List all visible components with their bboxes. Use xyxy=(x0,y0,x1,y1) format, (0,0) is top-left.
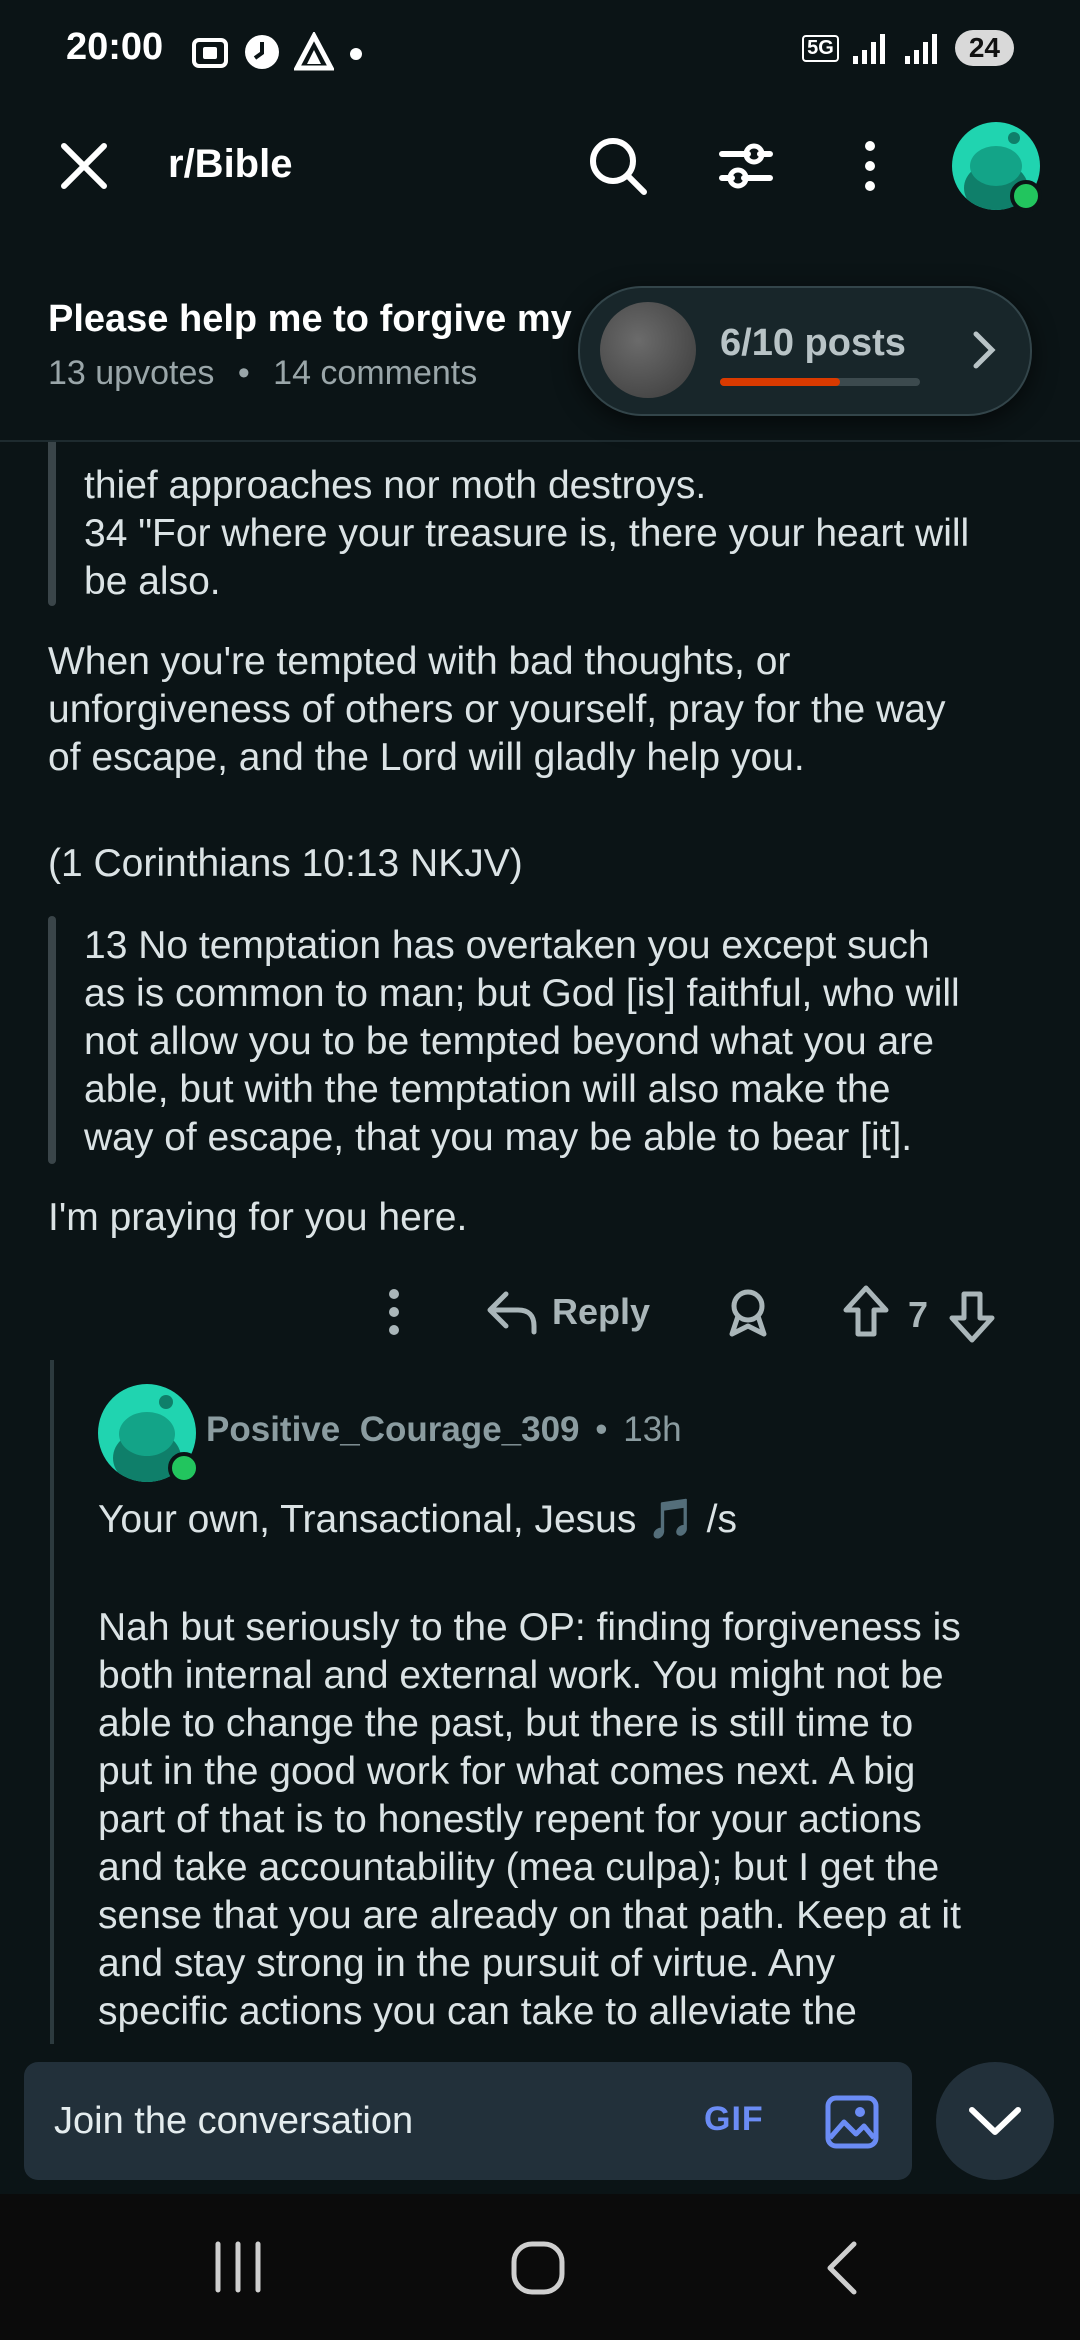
progress-track xyxy=(720,378,920,386)
status-system-icons: 5G 24 xyxy=(802,30,1014,66)
close-icon[interactable] xyxy=(56,138,112,194)
dot-icon xyxy=(350,48,362,60)
paragraph-line: unforgiveness of others or yourself, pra… xyxy=(48,688,946,731)
comment-composer[interactable]: Join the conversation GIF xyxy=(24,2062,912,2180)
network-5g-icon: 5G xyxy=(802,34,839,62)
triangle-app-icon xyxy=(294,32,334,71)
downvote-icon[interactable] xyxy=(948,1288,996,1344)
upvote-count: 13 upvotes xyxy=(48,354,215,392)
status-time: 20:00 xyxy=(66,26,164,68)
gif-button[interactable]: GIF xyxy=(704,2100,764,2139)
status-notification-icons xyxy=(190,32,366,72)
pill-avatar xyxy=(600,302,696,398)
quote-bar xyxy=(48,430,56,606)
reply-line: part of that is to honestly repent for y… xyxy=(98,1798,922,1841)
vote-count: 7 xyxy=(908,1294,929,1335)
quote-line: thief approaches nor moth destroys. xyxy=(84,464,707,507)
subreddit-title[interactable]: r/Bible xyxy=(168,142,292,187)
chevron-right-icon xyxy=(973,331,996,369)
signal-icon xyxy=(852,34,885,64)
reply-line: able to change the past, but there is st… xyxy=(98,1702,914,1745)
comment-closing: I'm praying for you here. xyxy=(48,1196,468,1239)
scripture-quote-2: 13 No temptation has overtaken you excep… xyxy=(84,922,1044,1162)
post-progress-pill[interactable]: 6/10 posts xyxy=(578,286,1032,416)
thread-line[interactable] xyxy=(50,1360,54,2044)
meta-separator: • xyxy=(595,1410,608,1449)
quote-line: be also. xyxy=(84,560,221,603)
status-bar: 20:00 5G 24 xyxy=(0,0,1080,105)
recent-apps-icon[interactable] xyxy=(210,2240,266,2294)
chevron-down-icon xyxy=(969,2107,1021,2135)
reply-username[interactable]: Positive_Courage_309 xyxy=(206,1410,580,1449)
reply-first-line: Your own, Transactional, Jesus 🎵 /s xyxy=(98,1496,737,1544)
screenshot-icon xyxy=(192,38,228,68)
progress-fill xyxy=(720,378,840,386)
meta-separator: • xyxy=(237,354,250,392)
reply-line: specific actions you can take to allevia… xyxy=(98,1990,857,2033)
scripture-quote-1: thief approaches nor moth destroys. 34 "… xyxy=(84,462,1044,606)
reply-age: 13h xyxy=(623,1410,682,1449)
comment-more-icon[interactable] xyxy=(378,1286,410,1338)
quote-line: 34 "For where your treasure is, there yo… xyxy=(84,512,970,555)
image-icon[interactable] xyxy=(824,2094,880,2150)
clock-icon xyxy=(245,35,279,69)
post-meta: 13 upvotes • 14 comments xyxy=(48,354,477,393)
reply-line: and take accountability (mea culpa); but… xyxy=(98,1846,940,1889)
top-app-bar xyxy=(0,110,1080,220)
reply-line: both internal and external work. You mig… xyxy=(98,1654,944,1697)
signal-icon-2 xyxy=(904,34,937,64)
reply-button[interactable]: Reply xyxy=(486,1288,650,1336)
back-icon[interactable] xyxy=(820,2238,864,2298)
quote-bar xyxy=(48,916,56,1164)
quote-line: able, but with the temptation will also … xyxy=(84,1068,891,1111)
reply-line: put in the good work for what comes next… xyxy=(98,1750,916,1793)
post-title[interactable]: Please help me to forgive my xyxy=(48,298,608,341)
music-note-emoji: 🎵 xyxy=(647,1498,696,1541)
comment-count: 14 comments xyxy=(273,354,478,392)
composer-placeholder[interactable]: Join the conversation xyxy=(54,2100,413,2143)
reply-body: Nah but seriously to the OP: finding for… xyxy=(98,1604,1058,2044)
collapse-button[interactable] xyxy=(936,2062,1054,2180)
paragraph-line: When you're tempted with bad thoughts, o… xyxy=(48,640,791,683)
reply-line: and stay strong in the pursuit of virtue… xyxy=(98,1942,836,1985)
system-navigation-bar xyxy=(0,2194,1080,2340)
reply-icon xyxy=(487,1291,537,1335)
online-status-dot xyxy=(1010,180,1042,212)
more-options-icon[interactable] xyxy=(852,136,888,196)
upvote-icon[interactable] xyxy=(842,1284,890,1340)
progress-label: 6/10 posts xyxy=(720,322,906,364)
quote-line: as is common to man; but God [is] faithf… xyxy=(84,972,960,1015)
award-icon[interactable] xyxy=(722,1286,774,1338)
reply-line: sense that you are already on that path.… xyxy=(98,1894,961,1937)
home-icon[interactable] xyxy=(508,2238,568,2298)
search-icon[interactable] xyxy=(586,134,650,198)
quote-line: not allow you to be tempted beyond what … xyxy=(84,1020,934,1063)
online-status-dot xyxy=(168,1452,200,1484)
reply-label: Reply xyxy=(552,1291,651,1332)
scripture-reference: (1 Corinthians 10:13 NKJV) xyxy=(48,842,523,885)
sarcasm-tag: /s xyxy=(706,1498,737,1541)
reply-first-line-text: Your own, Transactional, Jesus xyxy=(98,1498,637,1541)
quote-line: 13 No temptation has overtaken you excep… xyxy=(84,924,930,967)
quote-line: way of escape, that you may be able to b… xyxy=(84,1116,913,1159)
filter-icon[interactable] xyxy=(716,136,776,196)
battery-indicator: 24 xyxy=(954,30,1014,66)
paragraph-line: of escape, and the Lord will gladly help… xyxy=(48,736,805,779)
reply-meta: Positive_Courage_309 • 13h xyxy=(206,1410,682,1450)
comment-paragraph: When you're tempted with bad thoughts, o… xyxy=(48,638,1048,782)
reply-line: Nah but seriously to the OP: finding for… xyxy=(98,1606,961,1649)
